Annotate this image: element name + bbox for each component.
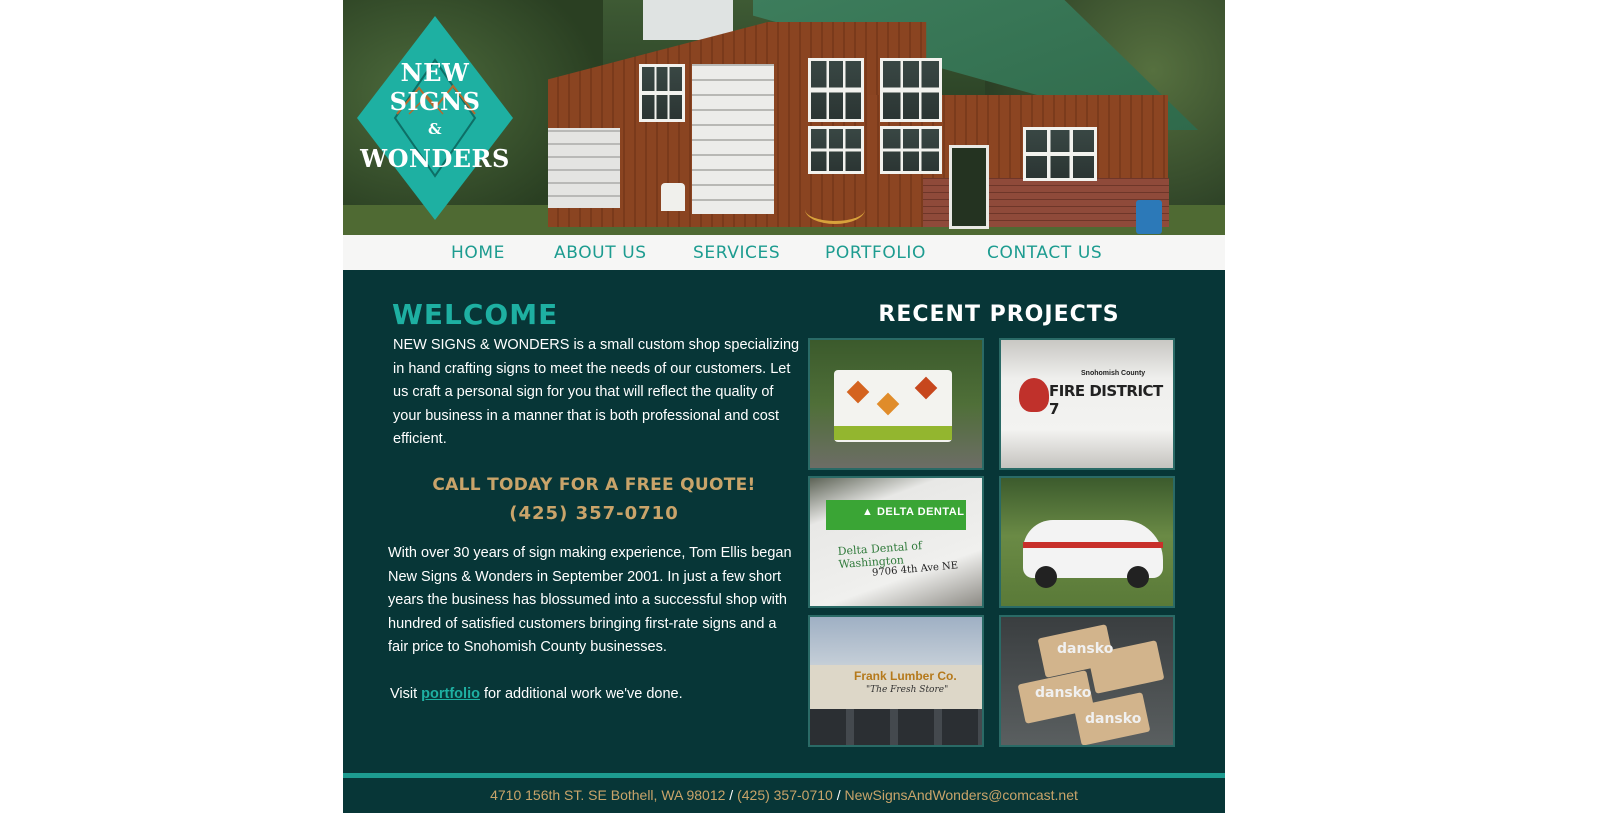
barn-window bbox=[808, 126, 864, 174]
project-thumb-van[interactable] bbox=[808, 338, 984, 470]
intro-paragraph: NEW SIGNS & WONDERS is a small custom sh… bbox=[393, 337, 800, 447]
recent-projects-heading: RECENT PROJECTS bbox=[878, 302, 1120, 327]
barrel bbox=[1136, 200, 1162, 234]
main-content: WELCOME NEW SIGNS & WONDERS is a small c… bbox=[343, 270, 1225, 773]
dansko-text: dansko bbox=[1085, 711, 1142, 727]
fire-badge-icon bbox=[1019, 378, 1049, 412]
footer-email-link[interactable]: NewSignsAndWonders@comcast.net bbox=[845, 787, 1078, 803]
car-wheel bbox=[1035, 566, 1057, 588]
footer-separator: / bbox=[832, 787, 845, 803]
nav-about-us[interactable]: ABOUT US bbox=[554, 241, 647, 265]
visit-portfolio-line: Visit portfolio for additional work we'v… bbox=[390, 686, 683, 702]
lumber-sign-sub: "The Fresh Store" bbox=[866, 685, 949, 695]
welcome-heading: WELCOME bbox=[392, 298, 559, 331]
sky bbox=[643, 0, 733, 40]
van-stripe bbox=[834, 426, 952, 440]
site-logo[interactable]: NEW SIGNS & WONDERS bbox=[357, 16, 513, 220]
fire-district-text: FIRE DISTRICT 7 bbox=[1049, 382, 1163, 418]
logo-text-new-signs: NEW SIGNS bbox=[389, 58, 481, 116]
barn-window bbox=[880, 126, 942, 174]
lumber-sign-text: Frank Lumber Co. bbox=[854, 669, 957, 683]
parked-cars bbox=[810, 709, 982, 745]
barn-door bbox=[949, 145, 989, 229]
footer-separator: / bbox=[725, 787, 738, 803]
footer: 4710 156th ST. SE Bothell, WA 98012 / (4… bbox=[343, 778, 1225, 813]
footer-contact-line: 4710 156th ST. SE Bothell, WA 98012 / (4… bbox=[343, 787, 1225, 803]
nav-portfolio[interactable]: PORTFOLIO bbox=[825, 241, 926, 265]
project-thumb-fire-car[interactable] bbox=[999, 476, 1175, 608]
chair bbox=[661, 183, 685, 211]
header-photo: NEW SIGNS & WONDERS bbox=[343, 0, 1225, 235]
project-thumb-delta-dental[interactable]: ▲ DELTA DENTAL Delta Dental of Washingto… bbox=[808, 476, 984, 608]
visit-prefix: Visit bbox=[390, 686, 422, 702]
barn-window bbox=[1023, 127, 1097, 181]
nav-home[interactable]: HOME bbox=[451, 241, 505, 265]
barn-window bbox=[880, 58, 942, 122]
main-nav: HOME ABOUT US SERVICES PORTFOLIO CONTACT… bbox=[343, 235, 1225, 270]
about-paragraph: With over 30 years of sign making experi… bbox=[388, 545, 792, 655]
logo-diamond bbox=[357, 16, 513, 220]
nav-contact-us[interactable]: CONTACT US bbox=[987, 241, 1102, 265]
cta-phone: (425) 357-0710 bbox=[509, 503, 679, 524]
nav-services[interactable]: SERVICES bbox=[693, 241, 780, 265]
delta-logo-text: ▲ DELTA DENTAL bbox=[862, 506, 965, 518]
car-wheel bbox=[1127, 566, 1149, 588]
fire-county-text: Snohomish County bbox=[1081, 370, 1146, 377]
footer-address: 4710 156th ST. SE Bothell, WA 98012 bbox=[490, 787, 726, 803]
visit-suffix: for additional work we've done. bbox=[479, 686, 683, 702]
project-thumb-fire-district[interactable]: Snohomish County FIRE DISTRICT 7 bbox=[999, 338, 1175, 470]
barn-window bbox=[639, 64, 685, 122]
project-thumb-dansko[interactable]: dansko dansko dansko bbox=[999, 615, 1175, 747]
logo-ampersand: & bbox=[427, 120, 443, 138]
garage-door-large bbox=[692, 64, 774, 214]
dansko-text: dansko bbox=[1035, 685, 1092, 701]
garage-door-small bbox=[548, 128, 620, 208]
project-thumb-frank-lumber[interactable]: Frank Lumber Co. "The Fresh Store" bbox=[808, 615, 984, 747]
barn-window bbox=[808, 58, 864, 122]
portfolio-link[interactable]: portfolio bbox=[421, 686, 480, 702]
bicycle bbox=[805, 195, 865, 224]
site-container: NEW SIGNS & WONDERS HOME ABOUT US SERVIC… bbox=[343, 0, 1225, 813]
dansko-text: dansko bbox=[1057, 641, 1114, 657]
car-stripe bbox=[1023, 542, 1163, 548]
logo-text-wonders: WONDERS bbox=[360, 144, 510, 173]
cta-free-quote: CALL TODAY FOR A FREE QUOTE! bbox=[432, 475, 756, 495]
footer-phone: (425) 357-0710 bbox=[737, 787, 833, 803]
